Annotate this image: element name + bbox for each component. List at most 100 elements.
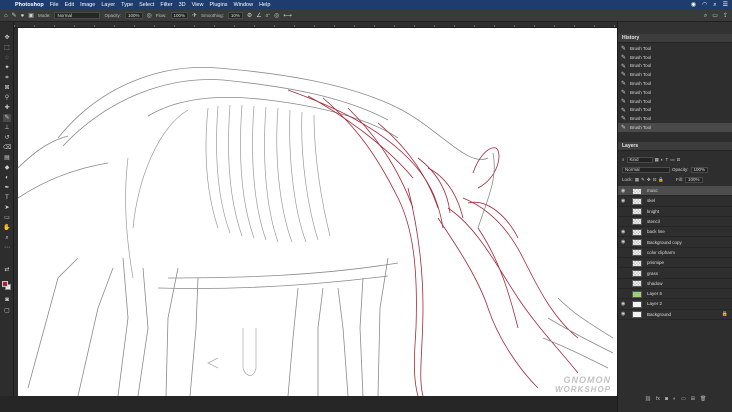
menu-app-name[interactable]: Photoshop bbox=[15, 0, 44, 10]
move-tool-icon[interactable]: ✥ bbox=[3, 34, 11, 42]
clone-stamp-tool-icon[interactable]: ⊥ bbox=[3, 124, 11, 132]
blend-mode-select[interactable]: Normal bbox=[622, 166, 670, 173]
gradient-tool-icon[interactable]: ▤ bbox=[3, 154, 11, 162]
path-selection-tool-icon[interactable]: ➤ bbox=[3, 204, 11, 212]
history-item[interactable]: ✎ Brush Tool bbox=[618, 44, 732, 53]
pressure-size-icon[interactable]: ◎ bbox=[274, 10, 279, 22]
brush-settings-icon[interactable]: ▣ bbox=[28, 10, 34, 22]
home-icon[interactable]: ⌂ bbox=[4, 10, 8, 22]
layer-name[interactable]: color clipharm bbox=[647, 250, 675, 255]
search-tool-icon[interactable]: ⌕ bbox=[704, 10, 707, 22]
layer-name[interactable]: Layer 6 bbox=[647, 291, 662, 296]
magic-wand-tool-icon[interactable]: ✦ bbox=[3, 64, 11, 72]
pressure-opacity-icon[interactable]: ◎ bbox=[147, 10, 152, 22]
workspace-icon[interactable]: ▭ bbox=[712, 10, 718, 22]
visibility-eye-icon[interactable]: ◉ bbox=[621, 311, 625, 317]
layer-row[interactable]: knight bbox=[618, 207, 732, 217]
edit-toolbar-icon[interactable]: ⇄ bbox=[3, 266, 11, 274]
wifi-icon[interactable]: ◠ bbox=[702, 0, 707, 10]
dodge-tool-icon[interactable]: ◐ bbox=[3, 174, 11, 182]
search-icon[interactable]: ⌕ bbox=[713, 0, 716, 10]
history-brush-tool-icon[interactable]: ↺ bbox=[3, 134, 11, 142]
angle-value[interactable]: 0° bbox=[266, 13, 270, 18]
lock-pixels-icon[interactable]: ✎ bbox=[641, 177, 645, 183]
screen-record-icon[interactable]: ◉ bbox=[691, 0, 696, 10]
layer-row[interactable]: stencil bbox=[618, 217, 732, 228]
history-panel-title[interactable]: History bbox=[618, 34, 732, 43]
layer-thumbnail[interactable] bbox=[632, 197, 642, 205]
quick-mask-icon[interactable]: ◙ bbox=[3, 296, 11, 304]
airbrush-icon[interactable]: ✈ bbox=[192, 10, 197, 22]
layer-row[interactable]: ◉ Background 🔒 bbox=[618, 310, 732, 320]
filter-pixel-icon[interactable]: ▦ bbox=[655, 157, 659, 163]
history-item[interactable]: ✎ Brush Tool bbox=[618, 53, 732, 62]
delete-layer-icon[interactable]: 🗑 bbox=[700, 396, 706, 402]
menu-type[interactable]: Type bbox=[121, 0, 133, 10]
marquee-tool-icon[interactable]: ⬚ bbox=[3, 44, 11, 52]
layer-thumbnail[interactable] bbox=[632, 269, 642, 277]
history-item[interactable]: ✎ Brush Tool bbox=[618, 114, 732, 123]
brush-preset-icon[interactable]: ✎ bbox=[12, 10, 17, 22]
menu-file[interactable]: File bbox=[50, 0, 59, 10]
layer-thumbnail[interactable] bbox=[632, 290, 642, 298]
menu-filter[interactable]: Filter bbox=[160, 0, 172, 10]
layer-thumbnail[interactable] bbox=[632, 239, 642, 246]
angle-icon[interactable]: ∠ bbox=[256, 10, 261, 22]
visibility-eye-icon[interactable]: ◉ bbox=[621, 301, 625, 307]
menu-select[interactable]: Select bbox=[139, 0, 154, 10]
new-layer-icon[interactable]: ⊞ bbox=[691, 396, 695, 402]
layer-thumbnail[interactable] bbox=[632, 300, 642, 308]
menu-view[interactable]: View bbox=[192, 0, 204, 10]
layer-name[interactable]: grass bbox=[647, 271, 658, 276]
share-icon[interactable]: ⇪ bbox=[723, 10, 728, 22]
more-tools-icon[interactable]: ⋯ bbox=[3, 244, 11, 252]
lock-transparent-icon[interactable]: ▦ bbox=[635, 177, 639, 183]
blur-tool-icon[interactable]: ◆ bbox=[3, 164, 11, 172]
control-center-icon[interactable]: ☰ bbox=[723, 0, 728, 10]
layer-row[interactable]: grass bbox=[618, 268, 732, 279]
smoothing-settings-icon[interactable]: ⚙ bbox=[247, 10, 252, 22]
layer-name[interactable]: musc bbox=[647, 188, 658, 193]
visibility-eye-icon[interactable]: ◉ bbox=[621, 229, 625, 235]
history-item[interactable]: ✎ Brush Tool bbox=[618, 123, 732, 132]
layer-row[interactable]: ◉ skel bbox=[618, 196, 732, 207]
layer-name[interactable]: skel bbox=[647, 198, 655, 203]
filter-shape-icon[interactable]: ▭ bbox=[670, 157, 674, 163]
type-tool-icon[interactable]: T bbox=[3, 194, 11, 202]
layer-row[interactable]: color clipharm bbox=[618, 248, 732, 259]
history-item[interactable]: ✎ Brush Tool bbox=[618, 62, 732, 71]
layers-panel-title[interactable]: Layers bbox=[618, 142, 732, 151]
layer-name[interactable]: Background bbox=[647, 312, 671, 317]
layer-thumbnail[interactable] bbox=[632, 208, 642, 216]
pen-tool-icon[interactable]: ✒ bbox=[3, 184, 11, 192]
layer-thumbnail[interactable] bbox=[632, 280, 642, 288]
eyedropper-tool-icon[interactable]: ⚲ bbox=[3, 94, 11, 102]
visibility-eye-icon[interactable]: ◉ bbox=[621, 239, 625, 245]
layer-thumbnail[interactable] bbox=[632, 187, 642, 195]
layer-name[interactable]: back line bbox=[647, 229, 665, 234]
layer-thumbnail[interactable] bbox=[632, 249, 642, 257]
zoom-tool-icon[interactable]: ⌕ bbox=[3, 234, 11, 242]
hand-tool-icon[interactable]: ✋ bbox=[3, 224, 11, 232]
layer-name[interactable]: knight bbox=[647, 209, 659, 214]
layer-name[interactable]: stencil bbox=[647, 219, 660, 224]
layer-thumbnail[interactable] bbox=[632, 311, 642, 319]
mode-select[interactable]: Normal bbox=[54, 12, 101, 19]
menu-plugins[interactable]: Plugins bbox=[209, 0, 227, 10]
menu-help[interactable]: Help bbox=[259, 0, 270, 10]
menu-image[interactable]: Image bbox=[80, 0, 95, 10]
visibility-eye-icon[interactable]: ◉ bbox=[621, 198, 625, 204]
crop-tool-icon[interactable]: ⌗ bbox=[3, 74, 11, 82]
layer-filter-select[interactable]: Kind bbox=[626, 156, 653, 163]
document-canvas[interactable]: GNOMON WORKSHOP bbox=[18, 28, 617, 396]
brush-tool-icon[interactable]: ✎ bbox=[3, 114, 11, 122]
eraser-tool-icon[interactable]: ⌫ bbox=[3, 144, 11, 152]
frame-tool-icon[interactable]: ⊠ bbox=[3, 84, 11, 92]
layer-row[interactable]: ◉ Layer 2 bbox=[618, 299, 732, 310]
history-item[interactable]: ✎ Brush Tool bbox=[618, 79, 732, 88]
smoothing-input[interactable]: 10% bbox=[227, 12, 243, 19]
history-item[interactable]: ✎ Brush Tool bbox=[618, 97, 732, 106]
layer-name[interactable]: Layer 2 bbox=[647, 301, 662, 306]
adjustment-layer-icon[interactable]: ◐ bbox=[673, 396, 676, 402]
layer-row[interactable]: shadow bbox=[618, 279, 732, 289]
